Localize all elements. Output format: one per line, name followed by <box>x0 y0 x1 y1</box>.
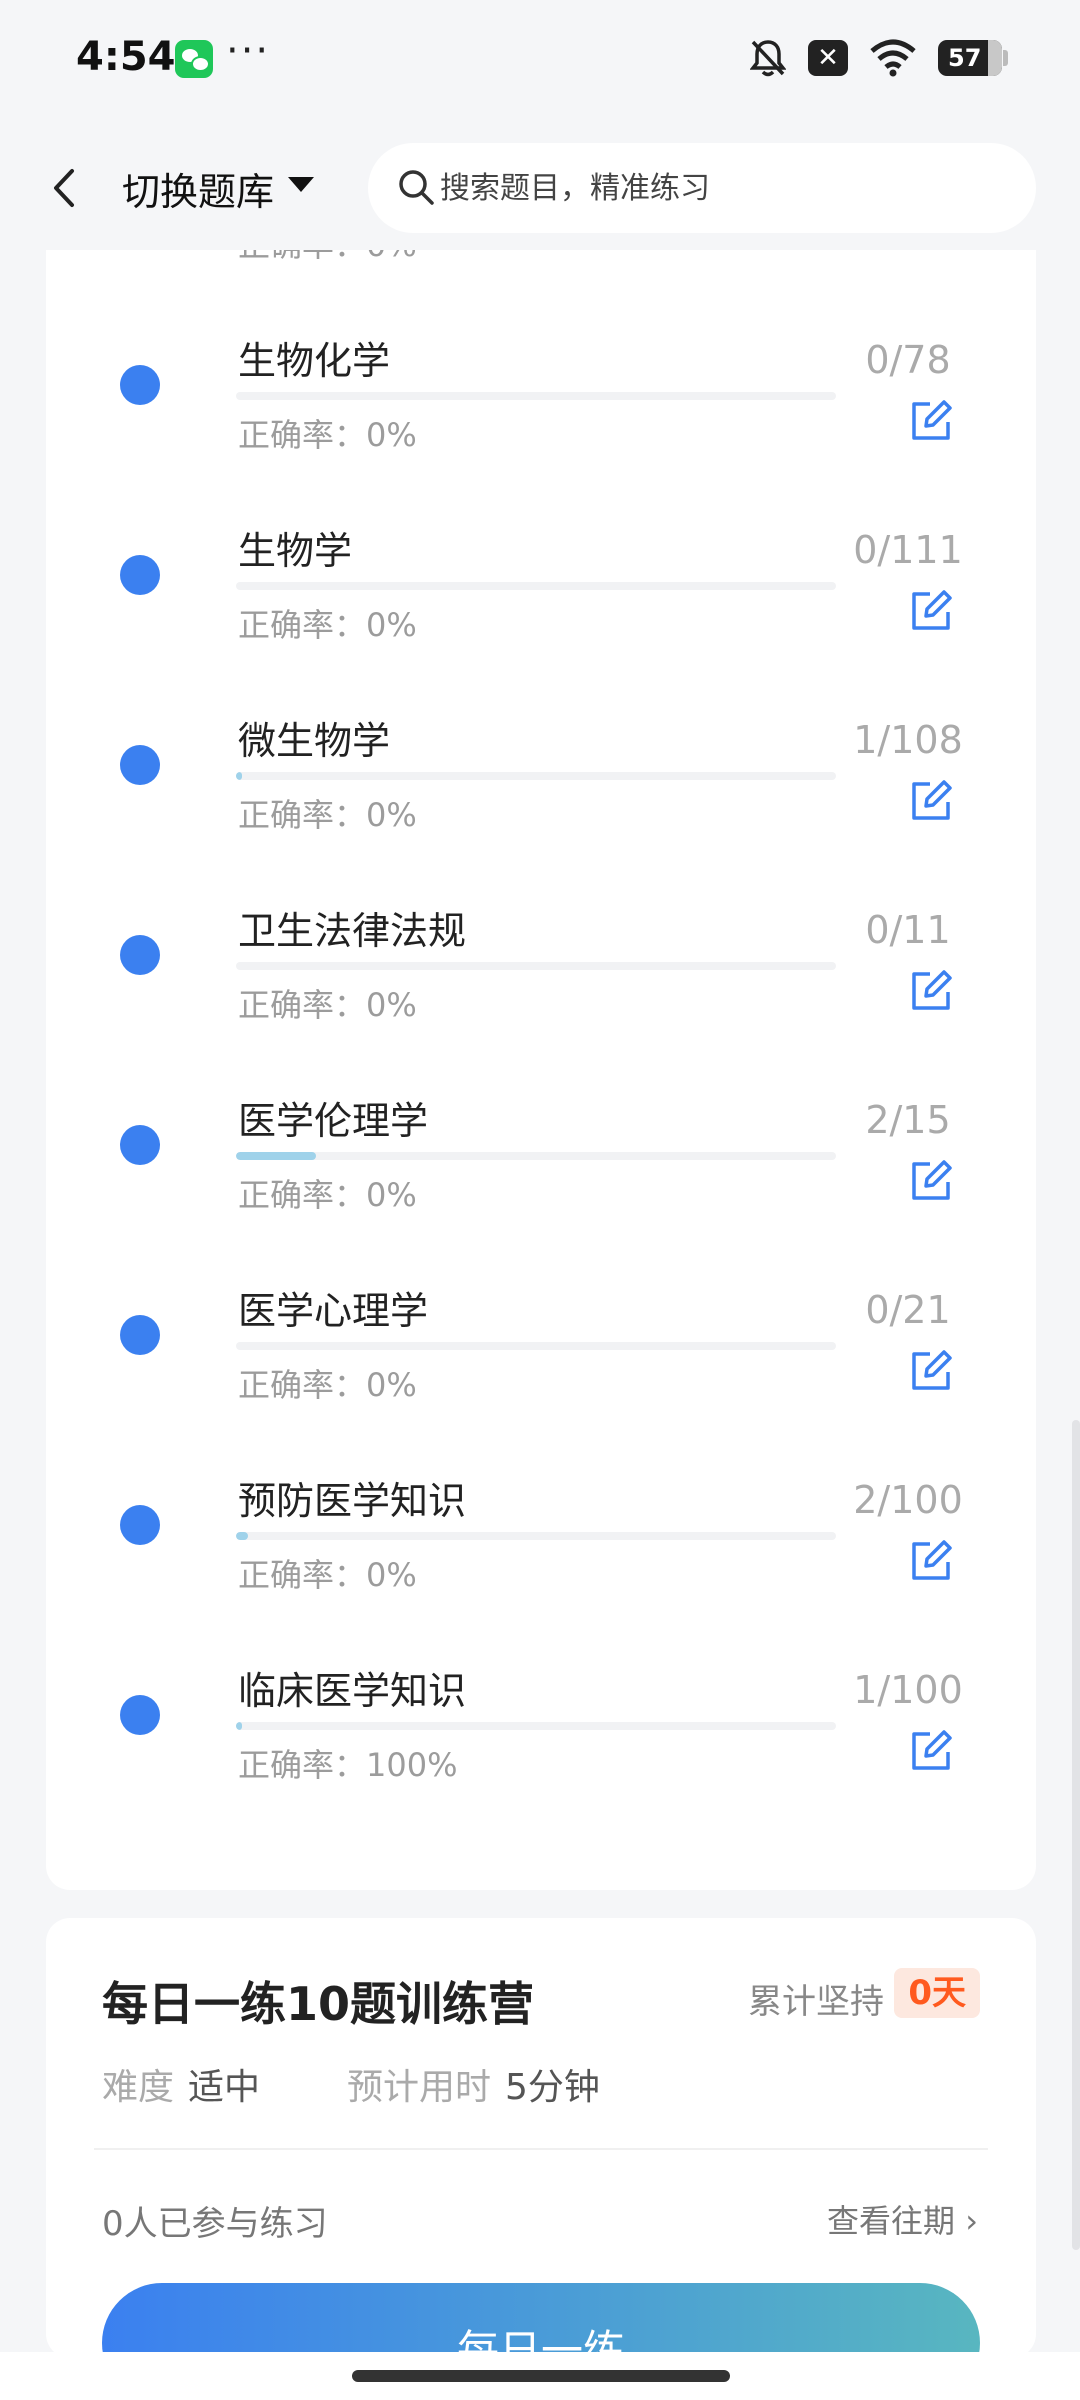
difficulty-value: 适中 <box>188 2067 261 2108</box>
subject-name: 临床医学知识 <box>238 1669 467 1713</box>
subject-name: 预防医学知识 <box>238 1479 467 1523</box>
progress-fill <box>236 772 242 780</box>
bullet-dot-icon <box>120 745 160 785</box>
accuracy-rate: 正确率：0% <box>238 796 417 834</box>
search-icon <box>399 170 434 205</box>
bullet-dot-icon <box>120 935 160 975</box>
view-history-label: 查看往期 <box>827 2202 956 2240</box>
accuracy-rate: 正确率：0% <box>238 416 417 454</box>
progress-bar <box>236 582 836 590</box>
answered-count: 0/21 <box>865 1288 951 1332</box>
bullet-dot-icon <box>120 1695 160 1735</box>
scrollbar[interactable] <box>1072 1420 1080 2250</box>
progress-bar <box>236 1152 836 1160</box>
subject-row[interactable]: 临床医学知识正确率：100% 1/100 <box>46 1610 1036 1800</box>
subject-name: 生物化学 <box>238 339 391 383</box>
progress-bar <box>236 1722 836 1730</box>
accuracy-rate: 正确率：0% <box>238 1366 417 1404</box>
subject-row[interactable]: 生物化学正确率：0% 0/78 <box>46 280 1036 470</box>
progress-bar <box>236 772 836 780</box>
subject-name: 卫生法律法规 <box>238 909 467 953</box>
edit-practice-icon[interactable] <box>908 588 954 634</box>
subject-list: 正确率：0%生物化学正确率：0%0/78生物学正确率：0%0/111微生物学正确… <box>46 175 1036 1890</box>
top-nav: 切换题库 <box>0 125 1080 250</box>
streak-badge: 0天 <box>894 1968 980 2018</box>
accuracy-rate: 正确率：0% <box>238 986 417 1024</box>
daily-practice-button[interactable]: 每日一练 <box>102 2283 980 2358</box>
chevron-right-icon: › <box>965 2202 978 2240</box>
bullet-dot-icon <box>120 1315 160 1355</box>
subject-name: 医学心理学 <box>238 1289 429 1333</box>
bullet-dot-icon <box>120 365 160 405</box>
time-label: 预计用时 <box>346 2067 491 2108</box>
edit-practice-icon[interactable] <box>908 1158 954 1204</box>
edit-practice-icon[interactable] <box>908 398 954 444</box>
switch-bank-button[interactable]: 切换题库 <box>122 161 274 216</box>
time-value: 5分钟 <box>504 2067 600 2108</box>
status-icons: ✕ 57 <box>750 36 1008 80</box>
wifi-icon <box>870 39 916 77</box>
progress-fill <box>236 1532 248 1540</box>
answered-count: 1/100 <box>853 1668 963 1712</box>
battery-level: 57 <box>948 44 982 72</box>
difficulty-label: 难度 <box>102 2067 175 2108</box>
progress-bar <box>236 1532 836 1540</box>
answered-count: 0/78 <box>865 338 951 382</box>
search-bar[interactable] <box>368 143 1036 233</box>
progress-fill <box>236 1722 242 1730</box>
status-time: 4:54 <box>76 34 176 80</box>
accuracy-rate: 正确率：0% <box>238 1176 417 1214</box>
participants-count: 0人已参与练习 <box>102 2204 328 2244</box>
progress-bar <box>236 392 836 400</box>
home-indicator[interactable] <box>352 2370 730 2382</box>
answered-count: 2/100 <box>853 1478 963 1522</box>
answered-count: 2/15 <box>865 1098 951 1142</box>
progress-bar <box>236 962 836 970</box>
search-input[interactable] <box>440 143 1000 233</box>
view-history-link[interactable]: 查看往期 › <box>827 2196 978 2242</box>
practice-meta: 难度 适中 预计用时 5分钟 <box>102 2058 600 2110</box>
subject-name: 生物学 <box>238 529 353 573</box>
back-arrow-icon[interactable] <box>44 165 84 211</box>
subject-row[interactable]: 微生物学正确率：0% 1/108 <box>46 660 1036 850</box>
answered-count: 1/108 <box>853 718 963 762</box>
accuracy-rate: 正确率：0% <box>238 606 417 644</box>
caret-down-icon[interactable] <box>288 177 314 192</box>
bullet-dot-icon <box>120 1505 160 1545</box>
bullet-dot-icon <box>120 555 160 595</box>
edit-practice-icon[interactable] <box>908 778 954 824</box>
battery-icon: 57 <box>938 40 1008 76</box>
subject-name: 医学伦理学 <box>238 1099 429 1143</box>
subject-row[interactable]: 生物学正确率：0% 0/111 <box>46 470 1036 660</box>
subject-row[interactable]: 医学心理学正确率：0% 0/21 <box>46 1230 1036 1420</box>
daily-practice-title: 每日一练10题训练营 <box>102 1977 535 2031</box>
progress-bar <box>236 1342 836 1350</box>
bell-off-icon <box>750 40 786 77</box>
edit-practice-icon[interactable] <box>908 1348 954 1394</box>
edit-practice-icon[interactable] <box>908 1728 954 1774</box>
accuracy-rate: 正确率：0% <box>238 1556 417 1594</box>
subject-row[interactable]: 卫生法律法规正确率：0% 0/11 <box>46 850 1036 1040</box>
edit-practice-icon[interactable] <box>908 1538 954 1584</box>
edit-practice-icon[interactable] <box>908 968 954 1014</box>
progress-fill <box>236 1152 316 1160</box>
answered-count: 0/111 <box>853 528 963 572</box>
subject-row[interactable]: 预防医学知识正确率：0% 2/100 <box>46 1420 1036 1610</box>
wechat-notification-icon <box>175 40 213 78</box>
answered-count: 0/11 <box>865 908 951 952</box>
streak-label: 累计坚持 <box>748 1982 884 2022</box>
daily-practice-card: 每日一练10题训练营 累计坚持 0天 难度 适中 预计用时 5分钟 0人已参与练习 … <box>46 1918 1036 2358</box>
more-notifications-icon: ··· <box>226 28 271 74</box>
divider <box>94 2148 988 2150</box>
subject-name: 微生物学 <box>238 719 391 763</box>
accuracy-rate: 正确率：100% <box>238 1746 458 1784</box>
x-box-icon: ✕ <box>808 40 848 76</box>
subject-row[interactable]: 医学伦理学正确率：0% 2/15 <box>46 1040 1036 1230</box>
bullet-dot-icon <box>120 1125 160 1165</box>
